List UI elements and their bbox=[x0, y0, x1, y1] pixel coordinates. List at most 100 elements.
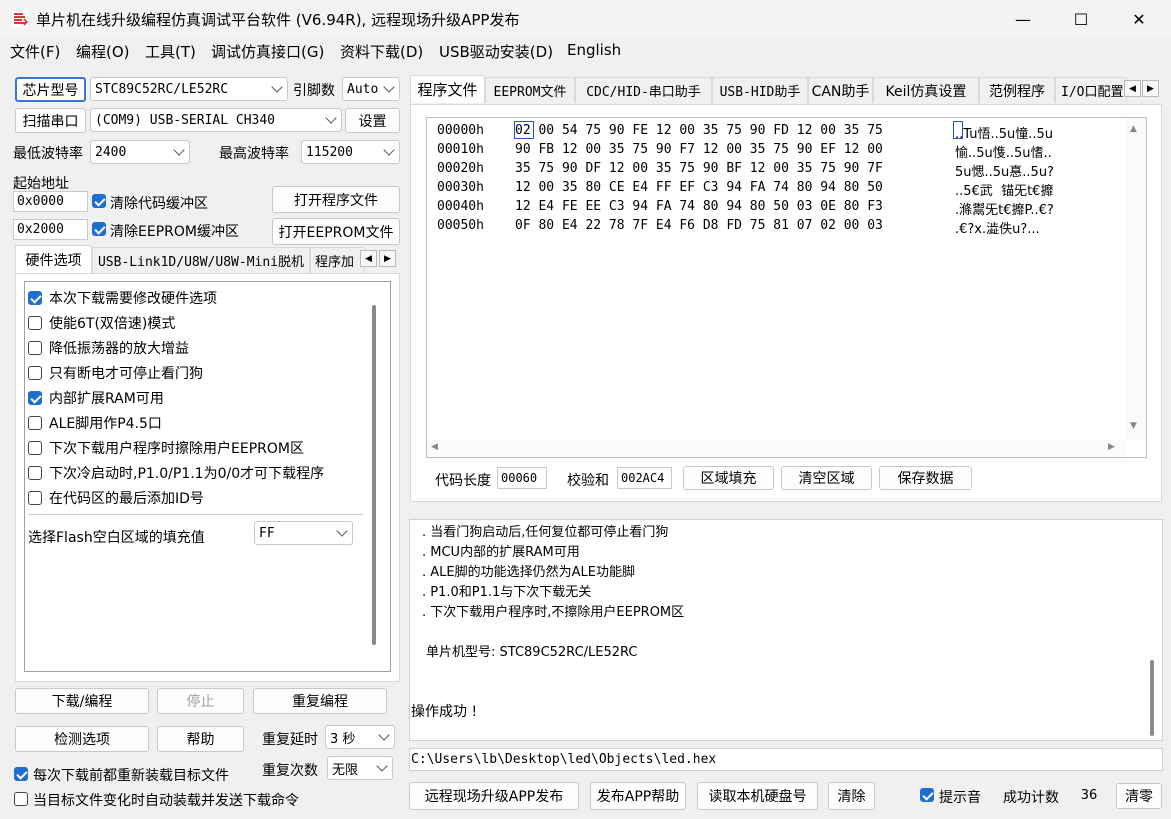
stop-button[interactable]: 停止 bbox=[157, 688, 244, 714]
option-checkbox[interactable] bbox=[28, 341, 42, 355]
hw-option-row[interactable]: ALE脚用作P4.5口 bbox=[28, 413, 162, 433]
clear-code-label: 清除代码缓冲区 bbox=[110, 196, 208, 212]
repeat-count-select[interactable]: 无限 bbox=[327, 756, 393, 780]
pins-label: 引脚数 bbox=[293, 83, 335, 99]
success-count-value: 36 bbox=[1067, 784, 1111, 807]
clear-code-checkbox[interactable] bbox=[92, 194, 106, 208]
reload-before-download-checkbox[interactable] bbox=[14, 767, 28, 781]
hex-vscrollbar[interactable] bbox=[1125, 118, 1146, 440]
detect-options-button[interactable]: 检测选项 bbox=[15, 726, 149, 752]
checksum-label: 校验和 bbox=[567, 473, 609, 489]
minimize-button[interactable]: — bbox=[994, 0, 1052, 38]
reset-count-button[interactable]: 清零 bbox=[1116, 783, 1162, 809]
tab-cdc-serial-assistant[interactable]: CDC/HID-串口助手 bbox=[575, 77, 712, 103]
min-baud-select[interactable]: 2400 bbox=[90, 140, 190, 164]
log-line: . P1.0和P1.1与下次下载无关 bbox=[422, 585, 592, 600]
tab-scroll-right-icon[interactable]: ▶ bbox=[379, 250, 396, 267]
fill-value-select[interactable]: FF bbox=[254, 521, 353, 545]
settings-button[interactable]: 设置 bbox=[345, 108, 400, 133]
auto-load-checkbox[interactable] bbox=[14, 792, 28, 806]
max-baud-value: 115200 bbox=[306, 144, 353, 160]
scroll-left-icon[interactable]: ◀ bbox=[431, 442, 438, 452]
options-scrollbar[interactable] bbox=[372, 305, 376, 645]
tab-io-config[interactable]: I/O口配置 bbox=[1055, 77, 1127, 103]
hw-option-row[interactable]: 下次下载用户程序时擦除用户EEPROM区 bbox=[28, 438, 304, 458]
option-checkbox[interactable] bbox=[28, 466, 42, 480]
scroll-down-icon[interactable]: ▼ bbox=[1130, 421, 1137, 431]
maximize-button[interactable]: ☐ bbox=[1052, 0, 1110, 38]
code-address-input[interactable]: 0x0000 bbox=[13, 191, 88, 212]
option-label: 本次下载需要修改硬件选项 bbox=[49, 291, 217, 307]
repeat-program-button[interactable]: 重复编程 bbox=[253, 688, 387, 714]
repeat-delay-select[interactable]: 3 秒 bbox=[325, 725, 395, 749]
beep-checkbox[interactable] bbox=[920, 788, 934, 802]
menu-program[interactable]: 编程(O) bbox=[76, 41, 130, 62]
option-checkbox[interactable] bbox=[28, 416, 42, 430]
tab-scroll-left-icon[interactable]: ◀ bbox=[1124, 80, 1141, 97]
pins-select[interactable]: Auto bbox=[342, 77, 400, 101]
open-program-file-button[interactable]: 打开程序文件 bbox=[272, 186, 400, 213]
menu-english[interactable]: English bbox=[567, 41, 621, 59]
hw-option-row[interactable]: 内部扩展RAM可用 bbox=[28, 388, 164, 408]
hw-option-row[interactable]: 下次冷启动时,P1.0/P1.1为0/0才可下载程序 bbox=[28, 463, 324, 483]
scan-port-button[interactable]: 扫描串口 bbox=[15, 108, 86, 133]
menu-tools[interactable]: 工具(T) bbox=[145, 41, 196, 62]
tab-can-assistant[interactable]: CAN助手 bbox=[808, 77, 873, 103]
remote-upgrade-button[interactable]: 远程现场升级APP发布 bbox=[409, 782, 579, 810]
close-button[interactable]: ✕ bbox=[1110, 0, 1168, 38]
tab-eeprom-file[interactable]: EEPROM文件 bbox=[485, 77, 575, 103]
serial-port-value: (COM9) USB-SERIAL CH340 bbox=[95, 112, 276, 128]
option-checkbox[interactable] bbox=[28, 291, 42, 305]
hex-ascii: ..5€武 锚旡t€攠 bbox=[955, 184, 1054, 199]
chip-model-button[interactable]: 芯片型号 bbox=[15, 77, 86, 102]
clear-log-button[interactable]: 清除 bbox=[828, 782, 875, 810]
serial-port-select[interactable]: (COM9) USB-SERIAL CH340 bbox=[90, 108, 342, 132]
hw-option-row[interactable]: 使能6T(双倍速)模式 bbox=[28, 313, 175, 333]
divider bbox=[28, 514, 363, 515]
repeat-count-value: 无限 bbox=[332, 762, 359, 778]
scroll-right-icon[interactable]: ▶ bbox=[1108, 442, 1115, 452]
log-line: 单片机型号: STC89C52RC/LE52RC bbox=[426, 645, 638, 660]
hw-option-row[interactable]: 本次下载需要修改硬件选项 bbox=[28, 288, 217, 308]
hw-option-row[interactable]: 在代码区的最后添加ID号 bbox=[28, 488, 204, 508]
chevron-down-icon bbox=[325, 112, 337, 124]
read-disk-id-button[interactable]: 读取本机硬盘号 bbox=[697, 782, 818, 810]
tab-scroll-left-icon[interactable]: ◀ bbox=[360, 250, 377, 267]
log-scrollbar[interactable] bbox=[1150, 660, 1154, 736]
option-checkbox[interactable] bbox=[28, 441, 42, 455]
publish-app-help-button[interactable]: 发布APP帮助 bbox=[590, 782, 686, 810]
menu-file[interactable]: 文件(F) bbox=[10, 41, 60, 62]
tab-program-encrypt[interactable]: 程序加 bbox=[310, 247, 365, 273]
tab-usb-link-offline[interactable]: USB-Link1D/U8W/U8W-Mini脱机 bbox=[92, 247, 310, 273]
chip-model-select[interactable]: STC89C52RC/LE52RC bbox=[90, 77, 288, 101]
hw-option-row[interactable]: 只有断电才可停止看门狗 bbox=[28, 363, 203, 383]
tab-examples[interactable]: 范例程序 bbox=[979, 77, 1055, 103]
fill-area-button[interactable]: 区域填充 bbox=[683, 466, 774, 490]
save-data-button[interactable]: 保存数据 bbox=[879, 466, 972, 490]
help-button[interactable]: 帮助 bbox=[157, 726, 244, 752]
hex-bytes: 12 00 35 80 CE E4 FF EF C3 94 FA 74 80 9… bbox=[515, 180, 883, 195]
option-checkbox[interactable] bbox=[28, 491, 42, 505]
open-eeprom-file-button[interactable]: 打开EEPROM文件 bbox=[272, 218, 400, 245]
hex-hscrollbar[interactable] bbox=[427, 440, 1125, 457]
chevron-down-icon bbox=[376, 760, 388, 772]
tab-keil-settings[interactable]: Keil仿真设置 bbox=[873, 77, 979, 103]
tab-scroll-right-icon[interactable]: ▶ bbox=[1142, 80, 1159, 97]
hex-bytes: 02 00 54 75 90 FE 12 00 35 75 90 FD 12 0… bbox=[515, 123, 883, 138]
menu-downloads[interactable]: 资料下载(D) bbox=[340, 41, 423, 62]
tab-program-file[interactable]: 程序文件 bbox=[410, 75, 485, 103]
hw-option-row[interactable]: 降低振荡器的放大增益 bbox=[28, 338, 189, 358]
menu-usb-driver[interactable]: USB驱动安装(D) bbox=[439, 41, 553, 62]
scroll-up-icon[interactable]: ▲ bbox=[1130, 124, 1137, 134]
option-checkbox[interactable] bbox=[28, 391, 42, 405]
tab-usb-hid-assistant[interactable]: USB-HID助手 bbox=[712, 77, 808, 103]
tab-hardware-options[interactable]: 硬件选项 bbox=[15, 245, 92, 273]
eeprom-address-input[interactable]: 0x2000 bbox=[13, 219, 88, 240]
clear-eeprom-checkbox[interactable] bbox=[92, 222, 106, 236]
max-baud-select[interactable]: 115200 bbox=[301, 140, 400, 164]
option-checkbox[interactable] bbox=[28, 366, 42, 380]
menu-debug-interface[interactable]: 调试仿真接口(G) bbox=[211, 41, 324, 62]
download-program-button[interactable]: 下载/编程 bbox=[15, 688, 149, 714]
option-checkbox[interactable] bbox=[28, 316, 42, 330]
clear-area-button[interactable]: 清空区域 bbox=[781, 466, 872, 490]
